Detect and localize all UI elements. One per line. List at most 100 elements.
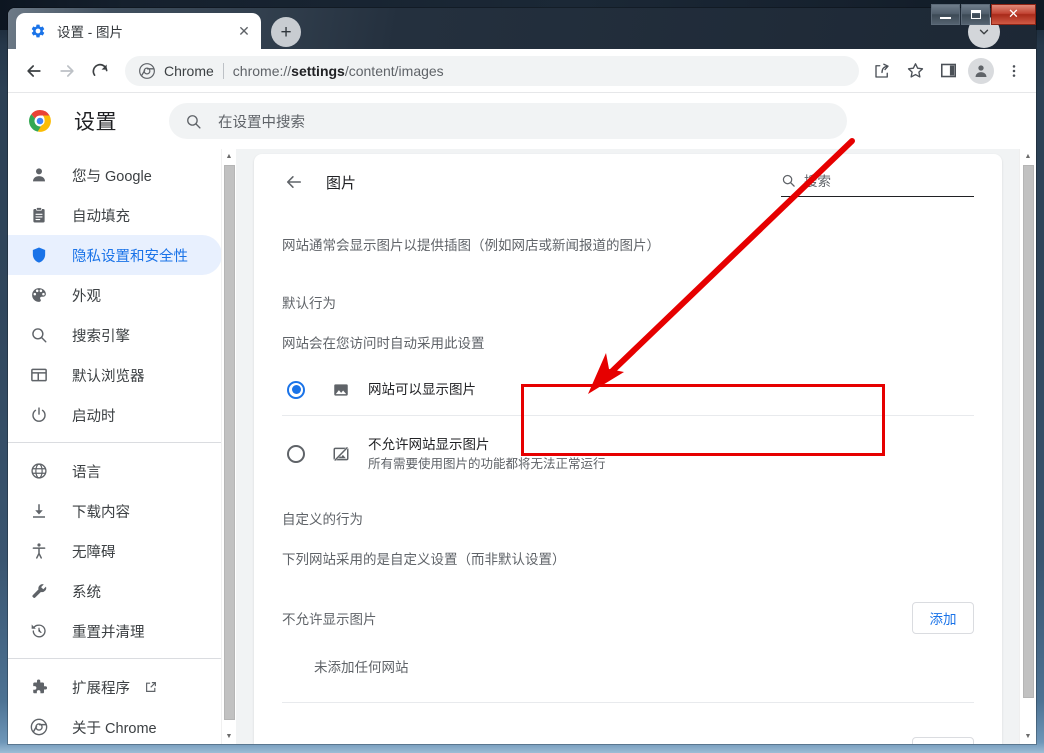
tab-strip: 设置 - 图片 ✕ + bbox=[8, 8, 1036, 49]
chrome-logo-icon bbox=[139, 62, 155, 79]
sidebar-divider-2 bbox=[8, 658, 236, 659]
search-icon bbox=[29, 326, 49, 344]
sidebar-item-languages[interactable]: 语言 bbox=[8, 451, 222, 491]
settings-content-area: 图片 搜索 网站通常会显示图片以提供插图（例如网店或新闻报道的图片） 默认行为 … bbox=[236, 149, 1036, 744]
wrench-icon bbox=[29, 582, 49, 600]
back-button[interactable] bbox=[18, 55, 50, 87]
default-behavior-subtitle: 网站会在您访问时自动采用此设置 bbox=[282, 336, 485, 351]
permission-section-allow: 允许显示图片 添加 bbox=[282, 737, 974, 744]
image-blocked-icon bbox=[332, 445, 352, 463]
three-dot-menu-icon bbox=[1012, 64, 1016, 77]
settings-search-placeholder: 在设置中搜索 bbox=[218, 114, 305, 131]
radio-option-allow-images[interactable]: 网站可以显示图片 bbox=[282, 364, 974, 416]
back-arrow-icon[interactable] bbox=[284, 172, 304, 192]
bookmark-button[interactable] bbox=[899, 55, 931, 87]
radio-text-block: 不允许网站显示图片 所有需要使用图片的功能都将无法正常运行 bbox=[368, 436, 606, 473]
scroll-down-arrow-icon[interactable]: ▼ bbox=[222, 729, 236, 744]
side-panel-button[interactable] bbox=[932, 55, 964, 87]
palette-icon bbox=[29, 286, 49, 304]
scroll-up-arrow-icon[interactable]: ▲ bbox=[1020, 149, 1036, 164]
minimize-icon bbox=[940, 17, 951, 19]
browser-tab[interactable]: 设置 - 图片 ✕ bbox=[16, 13, 261, 49]
close-icon: ✕ bbox=[1008, 7, 1019, 22]
sidebar-item-label: 搜索引擎 bbox=[72, 328, 130, 345]
sidebar-item-autofill[interactable]: 自动填充 bbox=[8, 195, 222, 235]
images-intro-text: 网站通常会显示图片以提供插图（例如网店或新闻报道的图片） bbox=[282, 238, 660, 253]
radio-dot bbox=[291, 385, 301, 394]
sidebar-item-privacy-and-security[interactable]: 隐私设置和安全性 bbox=[8, 235, 222, 275]
subpage-search-input[interactable]: 搜索 bbox=[781, 170, 974, 197]
radio-button-unchecked[interactable] bbox=[287, 445, 305, 463]
share-icon bbox=[875, 63, 889, 78]
permission-section-block: 不允许显示图片 添加 bbox=[282, 602, 974, 634]
sidebar-item-about-chrome[interactable]: 关于 Chrome bbox=[8, 707, 222, 744]
sidebar-item-label: 语言 bbox=[72, 464, 101, 481]
sidebar-item-label: 关于 Chrome bbox=[72, 720, 157, 737]
history-restore-icon bbox=[29, 622, 49, 640]
tab-close-button[interactable]: ✕ bbox=[235, 22, 253, 40]
permission-section-label: 允许显示图片 bbox=[282, 743, 363, 744]
image-icon bbox=[332, 381, 352, 399]
sidebar-scrollbar-thumb[interactable] bbox=[224, 165, 235, 720]
power-icon bbox=[29, 406, 49, 424]
maximize-button[interactable] bbox=[961, 4, 990, 25]
person-icon bbox=[29, 166, 49, 184]
address-bar[interactable]: Chrome chrome://settings/content/images bbox=[125, 55, 859, 86]
sidebar-item-reset-and-cleanup[interactable]: 重置并清理 bbox=[8, 611, 222, 651]
sidebar-item-label: 外观 bbox=[72, 288, 101, 305]
browser-toolbar: Chrome chrome://settings/content/images bbox=[8, 49, 1036, 93]
settings-sidebar: 您与 Google 自动填充 隐私设置和安全性 外观 搜索引擎 默认浏览器 启动… bbox=[8, 149, 236, 744]
subpage-search-placeholder: 搜索 bbox=[804, 174, 831, 189]
images-settings-card: 图片 搜索 网站通常会显示图片以提供插图（例如网店或新闻报道的图片） 默认行为 … bbox=[254, 154, 1002, 744]
settings-search-input[interactable]: 在设置中搜索 bbox=[169, 103, 847, 139]
custom-behavior-title: 自定义的行为 bbox=[282, 512, 363, 527]
sidebar-item-accessibility[interactable]: 无障碍 bbox=[8, 531, 222, 571]
clipboard-icon bbox=[29, 206, 49, 224]
sidebar-item-default-browser[interactable]: 默认浏览器 bbox=[8, 355, 222, 395]
minimize-button[interactable] bbox=[931, 4, 960, 25]
sidebar-item-label: 启动时 bbox=[72, 408, 116, 425]
profile-avatar[interactable] bbox=[968, 57, 994, 84]
sidebar-item-system[interactable]: 系统 bbox=[8, 571, 222, 611]
browser-menu-button[interactable] bbox=[998, 55, 1030, 87]
maximize-icon bbox=[970, 10, 981, 19]
forward-button[interactable] bbox=[51, 55, 83, 87]
share-button[interactable] bbox=[866, 55, 898, 87]
browser-window-icon bbox=[29, 366, 49, 384]
content-scrollbar[interactable]: ▲ ▼ bbox=[1019, 149, 1036, 744]
side-panel-icon bbox=[940, 63, 956, 78]
add-site-button[interactable]: 添加 bbox=[912, 602, 974, 634]
new-tab-button[interactable]: + bbox=[271, 17, 301, 47]
chevron-down-icon bbox=[979, 29, 989, 35]
settings-gear-icon bbox=[31, 24, 45, 38]
sidebar-item-you-and-google[interactable]: 您与 Google bbox=[8, 155, 222, 195]
settings-header: 设置 在设置中搜索 bbox=[8, 93, 1036, 149]
omnibox-separator bbox=[222, 62, 224, 79]
sidebar-item-label: 自动填充 bbox=[72, 208, 130, 225]
radio-button-checked[interactable] bbox=[287, 380, 305, 399]
accessibility-icon bbox=[29, 542, 49, 560]
star-icon bbox=[907, 63, 923, 78]
scroll-up-arrow-icon[interactable]: ▲ bbox=[222, 149, 236, 164]
page-title: 设置 bbox=[74, 111, 117, 134]
tab-title: 设置 - 图片 bbox=[57, 25, 123, 40]
sidebar-item-on-startup[interactable]: 启动时 bbox=[8, 395, 222, 435]
close-button[interactable]: ✕ bbox=[991, 4, 1036, 25]
sidebar-item-search-engine[interactable]: 搜索引擎 bbox=[8, 315, 222, 355]
omnibox-url-prefix: chrome:// bbox=[232, 62, 292, 79]
add-site-button[interactable]: 添加 bbox=[912, 737, 974, 744]
sidebar-divider-1 bbox=[8, 442, 236, 443]
sidebar-item-extensions[interactable]: 扩展程序 bbox=[8, 667, 222, 707]
reload-button[interactable] bbox=[84, 55, 116, 87]
window-controls: ✕ bbox=[931, 4, 1036, 25]
radio-text-block: 网站可以显示图片 bbox=[368, 381, 476, 399]
radio-option-block-images[interactable]: 不允许网站显示图片 所有需要使用图片的功能都将无法正常运行 bbox=[282, 428, 974, 480]
content-scrollbar-thumb[interactable] bbox=[1023, 165, 1034, 698]
sidebar-item-appearance[interactable]: 外观 bbox=[8, 275, 222, 315]
sidebar-item-downloads[interactable]: 下载内容 bbox=[8, 491, 222, 531]
sidebar-scrollbar[interactable]: ▲ ▼ bbox=[221, 149, 236, 744]
radio-label: 不允许网站显示图片 bbox=[368, 436, 490, 452]
omnibox-url-path: /content/images bbox=[344, 62, 444, 79]
scroll-down-arrow-icon[interactable]: ▼ bbox=[1020, 729, 1036, 744]
chrome-browser-window: 设置 - 图片 ✕ + Chrome chrome://settings/con… bbox=[8, 8, 1036, 744]
